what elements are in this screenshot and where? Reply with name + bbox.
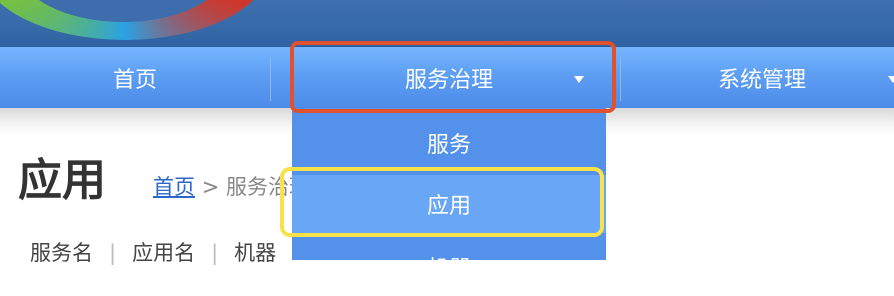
chevron-down-icon: [888, 76, 894, 83]
header-banner: [0, 0, 894, 46]
highlight-box-nav: [290, 41, 616, 113]
tab-machine[interactable]: 机器: [234, 241, 276, 265]
tab-app-name[interactable]: 应用名: [132, 241, 195, 265]
tab-separator: |: [109, 241, 117, 265]
dropdown-item-service[interactable]: 服务: [292, 114, 606, 172]
dropdown-item-machine[interactable]: 机器: [292, 238, 606, 296]
nav-item-label: 系统管理: [717, 68, 806, 93]
tab-service-name[interactable]: 服务名: [30, 241, 93, 265]
page-title: 应用: [18, 155, 106, 206]
nav-item-system-management[interactable]: 系统管理: [630, 47, 894, 109]
tab-separator: |: [211, 241, 219, 265]
dropdown-item-label: 机器: [426, 257, 471, 282]
nav-divider: [270, 57, 271, 101]
breadcrumb-separator: >: [201, 175, 220, 199]
nav-item-home[interactable]: 首页: [0, 47, 270, 109]
filter-tabs: 服务名 | 应用名 | 机器: [30, 237, 276, 267]
dropdown-item-label: 服务: [426, 133, 471, 158]
highlight-box-menu-item: [280, 167, 604, 237]
breadcrumb-home-link[interactable]: 首页: [153, 175, 195, 199]
logo: [0, 0, 270, 40]
nav-divider: [620, 57, 621, 101]
nav-item-label: 首页: [112, 68, 157, 93]
